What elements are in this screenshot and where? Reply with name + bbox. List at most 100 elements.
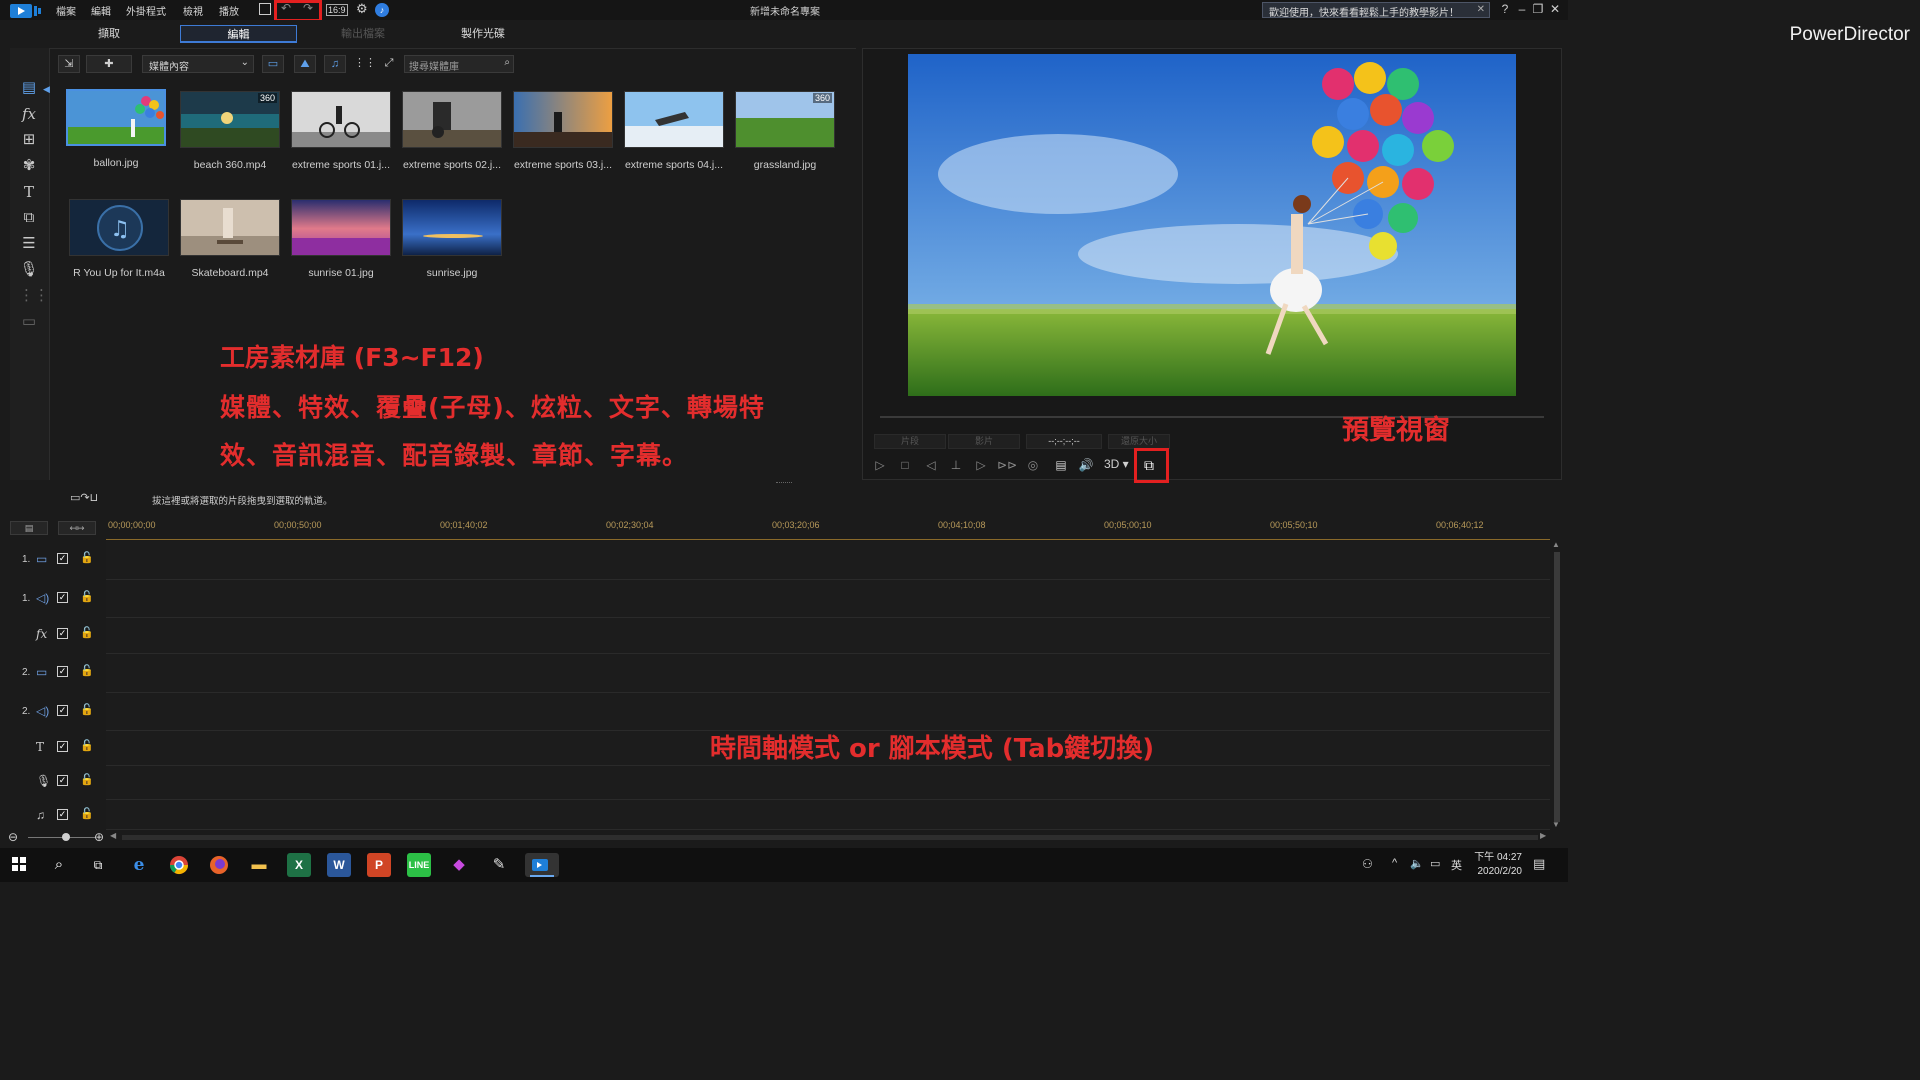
- timecode-display[interactable]: --;--;--;--: [1026, 434, 1102, 449]
- track-row-audio-1[interactable]: [106, 580, 1550, 618]
- undock-preview-button[interactable]: ⧉: [1134, 448, 1169, 483]
- track-row-video-2[interactable]: [106, 654, 1550, 693]
- help-button[interactable]: ?: [1497, 2, 1513, 16]
- search-icon[interactable]: ⌕: [47, 853, 71, 877]
- track-row-audio-2[interactable]: [106, 693, 1550, 731]
- menu-plugins[interactable]: 外掛程式: [126, 3, 166, 18]
- lock-icon[interactable]: 🔓: [80, 703, 94, 716]
- track-enable-checkbox[interactable]: ✓: [57, 553, 68, 564]
- scroll-up-icon[interactable]: ▲: [1552, 540, 1560, 549]
- volume-icon[interactable]: 🔊: [1077, 456, 1095, 474]
- tab-create-disc[interactable]: 製作光碟: [438, 25, 528, 43]
- next-frame-icon[interactable]: ▷: [972, 456, 990, 474]
- word-icon[interactable]: W: [327, 853, 351, 877]
- lock-icon[interactable]: 🔓: [80, 590, 94, 603]
- track-manager-icon[interactable]: ▤: [10, 521, 48, 535]
- horizontal-scroll-thumb[interactable]: [122, 835, 1538, 840]
- transition-room-icon[interactable]: ⧉: [19, 208, 39, 228]
- track-row-music[interactable]: [106, 800, 1550, 830]
- scroll-down-icon[interactable]: ▼: [1552, 820, 1560, 829]
- chapter-room-icon[interactable]: ⋮⋮: [19, 286, 49, 306]
- effect-room-icon[interactable]: fx: [19, 104, 39, 124]
- powerpoint-icon[interactable]: P: [367, 853, 391, 877]
- tab-produce[interactable]: 輸出檔案: [318, 25, 408, 43]
- save-icon[interactable]: [259, 3, 271, 15]
- track-row-fx[interactable]: [106, 618, 1550, 654]
- excel-icon[interactable]: X: [287, 853, 311, 877]
- filter-video-icon[interactable]: ▭: [262, 55, 284, 73]
- notification-icon[interactable]: ♪: [375, 3, 389, 17]
- media-item-skateboard[interactable]: Skateboard.mp4: [180, 199, 280, 279]
- minimize-icon[interactable]: –: [1514, 2, 1530, 16]
- track-row-voice[interactable]: [106, 766, 1550, 800]
- zoom-size-select[interactable]: 還原大小: [1108, 434, 1170, 449]
- pip-room-icon[interactable]: ⊞: [19, 130, 39, 150]
- people-icon[interactable]: ⚇: [1362, 857, 1373, 871]
- media-item-extreme-sports-04[interactable]: extreme sports 04.j...: [624, 91, 724, 171]
- tab-capture[interactable]: 擷取: [64, 25, 154, 43]
- media-room-icon[interactable]: ▤: [19, 78, 39, 98]
- fullscreen-library-icon[interactable]: ⤢: [378, 55, 400, 73]
- ime-indicator[interactable]: 英: [1451, 857, 1462, 873]
- track-enable-checkbox[interactable]: ✓: [57, 775, 68, 786]
- close-icon[interactable]: ✕: [1547, 2, 1563, 16]
- filter-image-icon[interactable]: ⛰: [294, 55, 316, 73]
- title-room-icon[interactable]: T: [19, 182, 39, 202]
- chrome-icon[interactable]: [167, 853, 191, 877]
- media-item-extreme-sports-02[interactable]: extreme sports 02.j...: [402, 91, 502, 171]
- display-settings-icon[interactable]: ▤: [1052, 456, 1070, 474]
- clip-mode-button[interactable]: 片段: [874, 434, 946, 449]
- previous-frame-icon[interactable]: ◁: [922, 456, 940, 474]
- media-item-beach-360[interactable]: 360 beach 360.mp4: [180, 91, 280, 171]
- storyboard-toggle-icon[interactable]: ▭↷⊔: [70, 491, 98, 504]
- subtitle-room-icon[interactable]: ▭: [19, 312, 39, 332]
- network-icon[interactable]: ▭: [1430, 857, 1440, 870]
- scroll-left-icon[interactable]: ◀: [110, 831, 116, 840]
- media-item-extreme-sports-01[interactable]: extreme sports 01.j...: [291, 91, 391, 171]
- filter-audio-icon[interactable]: ♫: [324, 55, 346, 73]
- firefox-icon[interactable]: [207, 853, 231, 877]
- track-enable-checkbox[interactable]: ✓: [57, 809, 68, 820]
- library-search-input[interactable]: 搜尋媒體庫 ⌕: [404, 55, 514, 73]
- media-item-sunrise[interactable]: sunrise.jpg: [402, 199, 502, 279]
- powerdirector-taskbar-icon[interactable]: [525, 853, 559, 877]
- scroll-thumb[interactable]: [1554, 552, 1560, 822]
- movie-mode-button[interactable]: 影片: [948, 434, 1020, 449]
- timeline-ruler[interactable]: 00;00;00;00 00;00;50;00 00;01;40;02 00;0…: [106, 518, 1550, 540]
- menu-play[interactable]: 播放: [219, 3, 239, 18]
- track-enable-checkbox[interactable]: ✓: [57, 666, 68, 677]
- fast-forward-icon[interactable]: ⊳⊳: [997, 456, 1017, 474]
- show-hidden-icons[interactable]: ^: [1392, 857, 1397, 869]
- split-icon[interactable]: ⊥: [947, 456, 965, 474]
- maps-pin-icon[interactable]: ◆: [447, 853, 471, 877]
- media-item-grassland[interactable]: 360 grassland.jpg: [735, 91, 835, 171]
- file-explorer-icon[interactable]: ▬: [247, 853, 271, 877]
- windows-start-icon[interactable]: [12, 857, 26, 871]
- lock-icon[interactable]: 🔓: [80, 551, 94, 564]
- system-clock[interactable]: 下午 04:27 2020/2/20: [1474, 851, 1522, 879]
- line-icon[interactable]: LINE: [407, 853, 431, 877]
- track-row-video-1[interactable]: [106, 541, 1550, 580]
- zoom-out-icon[interactable]: ⊖: [8, 830, 18, 844]
- lock-icon[interactable]: 🔓: [80, 626, 94, 639]
- plugin-icon[interactable]: ✚: [86, 55, 132, 73]
- track-enable-checkbox[interactable]: ✓: [57, 705, 68, 716]
- track-enable-checkbox[interactable]: ✓: [57, 628, 68, 639]
- track-enable-checkbox[interactable]: ✓: [57, 592, 68, 603]
- lock-icon[interactable]: 🔓: [80, 773, 94, 786]
- close-notice-icon[interactable]: ✕: [1477, 4, 1485, 15]
- track-enable-checkbox[interactable]: ✓: [57, 741, 68, 752]
- play-icon[interactable]: ▷: [871, 456, 889, 474]
- media-item-sunrise-01[interactable]: sunrise 01.jpg: [291, 199, 391, 279]
- tab-edit[interactable]: 編輯: [180, 25, 297, 43]
- 3d-mode-button[interactable]: 3D ▾: [1104, 457, 1129, 471]
- media-item-music[interactable]: ♫ R You Up for It.m4a: [69, 199, 169, 279]
- ie-icon[interactable]: e: [127, 853, 151, 877]
- restore-icon[interactable]: ❐: [1530, 2, 1546, 16]
- media-item-ballon[interactable]: ballon.jpg: [66, 89, 166, 169]
- speaker-icon[interactable]: 🔈: [1410, 857, 1424, 870]
- fit-timeline-icon[interactable]: ↤↦: [58, 521, 96, 535]
- aspect-ratio-dropdown[interactable]: 16:9: [326, 4, 348, 16]
- lock-icon[interactable]: 🔓: [80, 664, 94, 677]
- voice-over-room-icon[interactable]: 🎙: [19, 260, 39, 280]
